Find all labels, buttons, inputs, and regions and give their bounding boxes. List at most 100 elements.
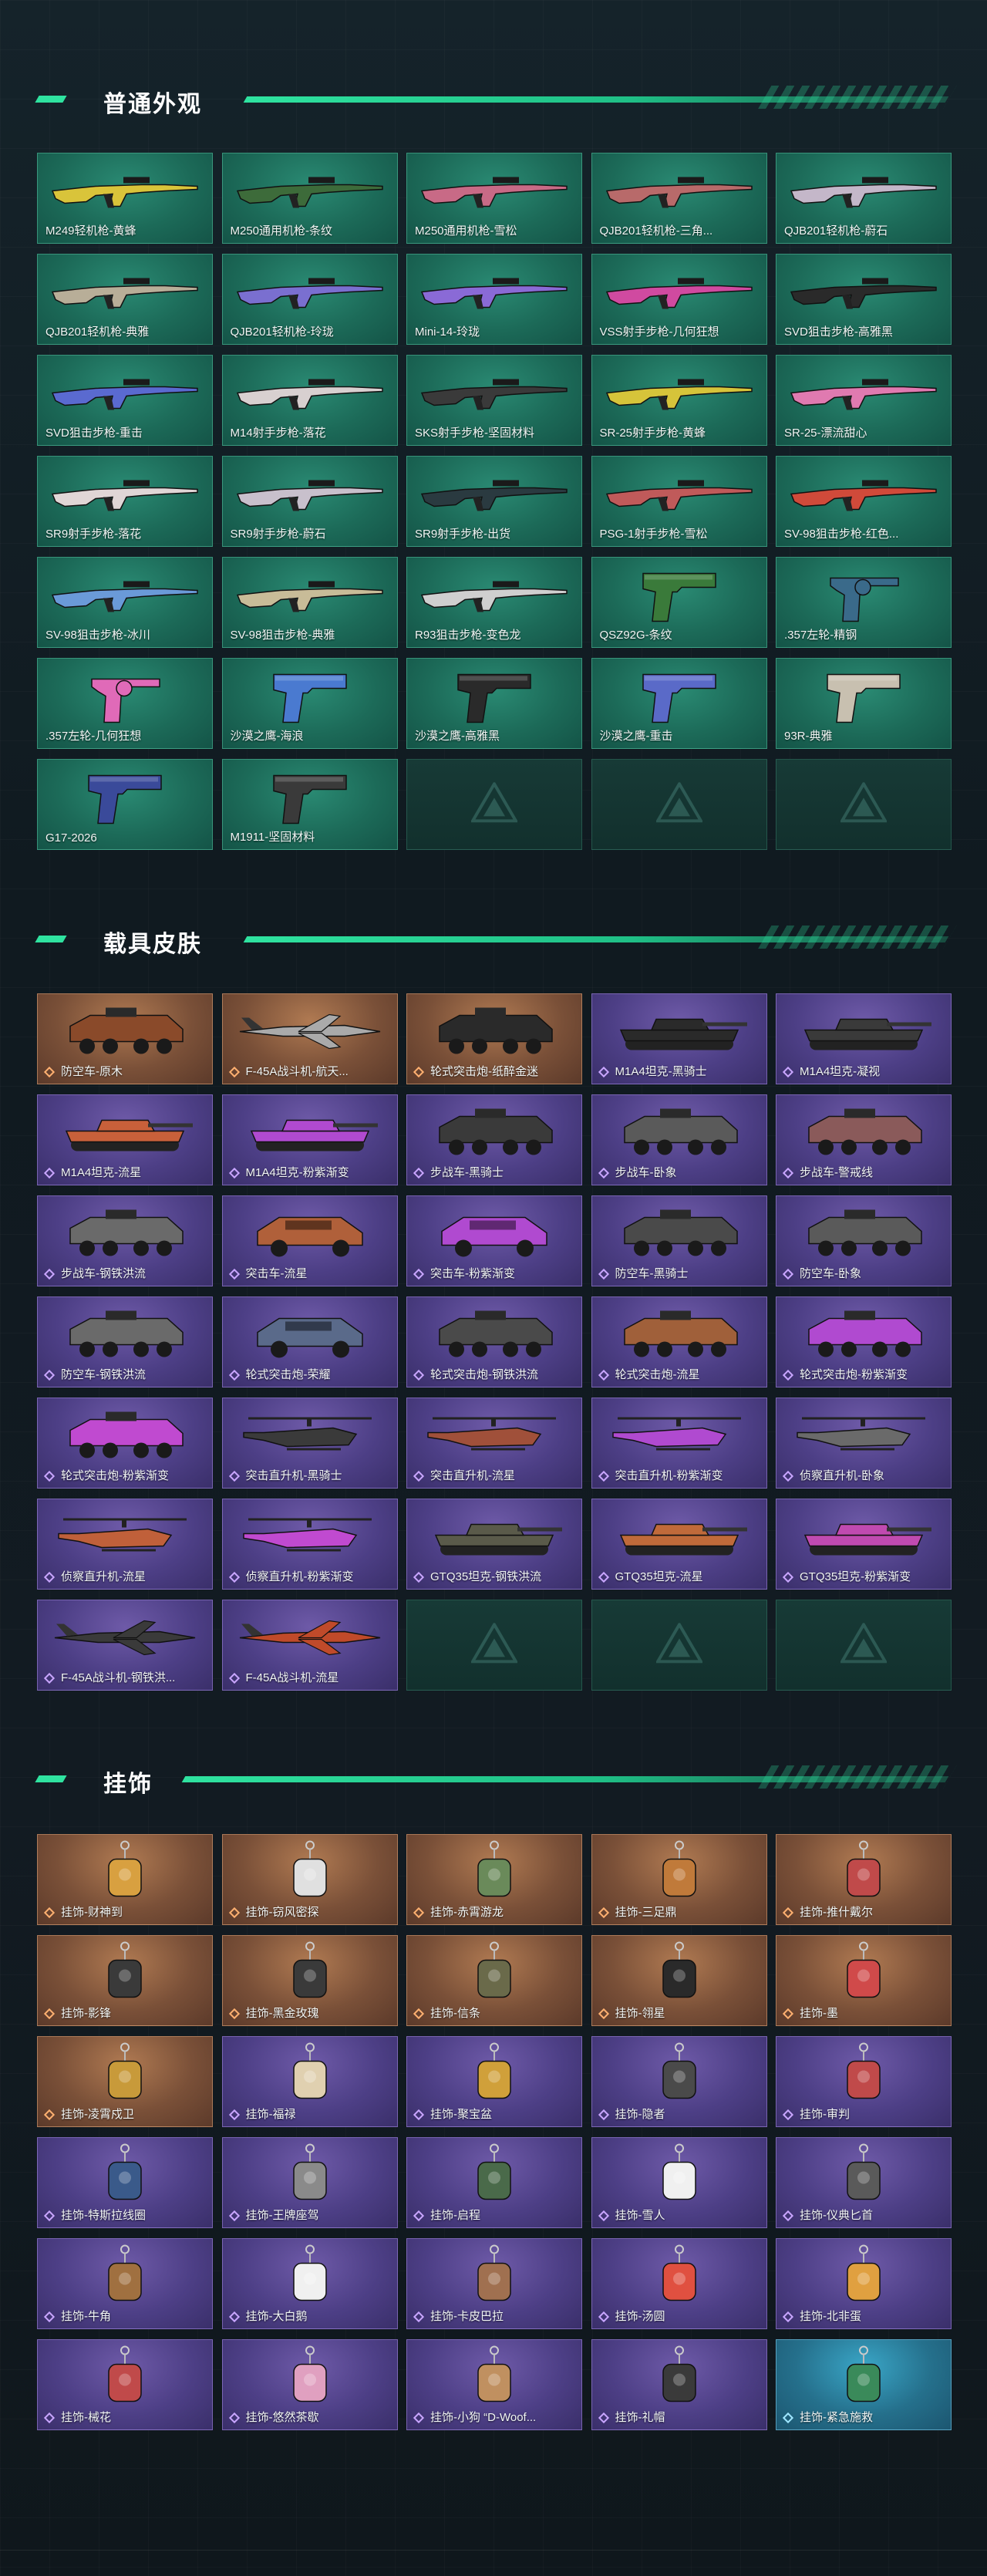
weapon-skin-card[interactable]: M249轻机枪-黄蜂 — [37, 153, 213, 244]
weapon-skin-card[interactable]: PSG-1射手步枪-雪松 — [591, 456, 767, 547]
weapon-skin-card[interactable]: G17-2026 — [37, 759, 213, 850]
charm-card[interactable]: 挂饰-械花 — [37, 2339, 213, 2430]
weapon-skin-card[interactable]: 沙漠之鹰-重击 — [591, 658, 767, 749]
charm-card[interactable]: 挂饰-审判 — [776, 2036, 952, 2127]
charm-card[interactable]: 挂饰-赤霄游龙 — [406, 1834, 582, 1925]
weapon-skin-card[interactable]: VSS射手步枪-几何狂想 — [591, 254, 767, 345]
vehicle-skin-card[interactable]: 轮式突击炮-纸醉金迷 — [406, 993, 582, 1084]
charm-card[interactable]: 挂饰-牛角 — [37, 2238, 213, 2329]
weapon-skin-card[interactable]: 93R-典雅 — [776, 658, 952, 749]
charm-card[interactable]: 挂饰-紧急施救 — [776, 2339, 952, 2430]
weapon-skin-card[interactable]: QJB201轻机枪-三角... — [591, 153, 767, 244]
charm-card[interactable]: 挂饰-福禄 — [221, 2036, 398, 2127]
rifle-icon — [234, 373, 386, 417]
vehicle-skin-card[interactable]: 突击车-流星 — [221, 1195, 398, 1286]
charm-card[interactable]: 挂饰-窃风密探 — [221, 1834, 398, 1925]
vehicle-skin-card[interactable]: F-45A战斗机-航天... — [221, 993, 398, 1084]
charm-card[interactable]: 挂饰-仪典匕首 — [776, 2137, 952, 2228]
charm-card[interactable]: 挂饰-影锋 — [37, 1935, 213, 2026]
charm-card[interactable]: 挂饰-信条 — [406, 1935, 582, 2026]
weapon-skin-card[interactable]: Mini-14-玲珑 — [406, 254, 582, 345]
vehicle-skin-card[interactable]: 步战车-黑骑士 — [406, 1094, 582, 1185]
vehicle-skin-card[interactable]: 侦察直升机-流星 — [37, 1499, 213, 1590]
charm-card[interactable]: 挂饰-三足鼎 — [591, 1834, 767, 1925]
item-label: SVD狙击步枪-重击 — [45, 427, 143, 440]
vehicle-skin-card[interactable]: 步战车-警戒线 — [776, 1094, 952, 1185]
vehicle-skin-card[interactable]: M1A4坦克-流星 — [37, 1094, 213, 1185]
charm-card[interactable]: 挂饰-卡皮巴拉 — [406, 2238, 582, 2329]
charm-card[interactable]: 挂饰-墨 — [776, 1935, 952, 2026]
weapon-skin-card[interactable]: M14射手步枪-落花 — [221, 355, 398, 446]
charm-card[interactable]: 挂饰-推什戴尔 — [776, 1834, 952, 1925]
charm-card[interactable]: 挂饰-翎星 — [591, 1935, 767, 2026]
charm-card[interactable]: 挂饰-雪人 — [591, 2137, 767, 2228]
weapon-skin-card[interactable]: SVD狙击步枪-重击 — [37, 355, 213, 446]
weapon-skin-card[interactable]: M250通用机枪-雪松 — [406, 153, 582, 244]
charm-card[interactable]: 挂饰-悠然茶歇 — [221, 2339, 398, 2430]
weapon-skin-card[interactable]: SKS射手步枪-坚固材料 — [406, 355, 582, 446]
vehicle-skin-card[interactable]: 侦察直升机-粉紫渐变 — [221, 1499, 398, 1590]
vehicle-skin-card[interactable]: M1A4坦克-黑骑士 — [591, 993, 767, 1084]
vehicle-skin-card[interactable]: 轮式突击炮-粉紫渐变 — [776, 1296, 952, 1387]
weapon-skin-card[interactable]: 沙漠之鹰-海浪 — [221, 658, 398, 749]
charm-card[interactable]: 挂饰-小狗 “D-Woof... — [406, 2339, 582, 2430]
charm-card[interactable]: 挂饰-北非蛋 — [776, 2238, 952, 2329]
vehicle-skin-card[interactable]: 轮式突击炮-流星 — [591, 1296, 767, 1387]
weapon-skin-card[interactable]: SV-98狙击步枪-典雅 — [221, 557, 398, 648]
vehicle-skin-card[interactable]: 突击车-粉紫渐变 — [406, 1195, 582, 1286]
weapon-skin-card[interactable]: .357左轮-几何狂想 — [37, 658, 213, 749]
vehicle-skin-card[interactable]: 突击直升机-粉紫渐变 — [591, 1398, 767, 1489]
vehicle-skin-card[interactable]: M1A4坦克-凝视 — [776, 993, 952, 1084]
vehicle-skin-card[interactable]: GTQ35坦克-粉紫渐变 — [776, 1499, 952, 1590]
weapon-skin-card[interactable]: SR9射手步枪-落花 — [37, 456, 213, 547]
vehicle-skin-card[interactable]: F-45A战斗机-流星 — [221, 1600, 398, 1691]
vehicle-skin-card[interactable]: 防空车-卧象 — [776, 1195, 952, 1286]
charm-card[interactable]: 挂饰-礼帽 — [591, 2339, 767, 2430]
charm-card[interactable]: 挂饰-王牌座驾 — [221, 2137, 398, 2228]
vehicle-skin-card[interactable]: 防空车-钢铁洪流 — [37, 1296, 213, 1387]
weapon-skin-card[interactable]: .357左轮-精钢 — [776, 557, 952, 648]
weapon-skin-card[interactable]: QJB201轻机枪-玲珑 — [221, 254, 398, 345]
weapon-skin-card[interactable]: SVD狙击步枪-高雅黑 — [776, 254, 952, 345]
vehicle-skin-card[interactable]: 突击直升机-黑骑士 — [221, 1398, 398, 1489]
weapon-skin-card[interactable]: QJB201轻机枪-典雅 — [37, 254, 213, 345]
vehicle-skin-card[interactable]: F-45A战斗机-钢铁洪... — [37, 1600, 213, 1691]
weapon-skin-card[interactable]: SR9射手步枪-蔚石 — [221, 456, 398, 547]
charm-card[interactable]: 挂饰-启程 — [406, 2137, 582, 2228]
weapon-skin-card[interactable]: QSZ92G-条纹 — [591, 557, 767, 648]
weapon-skin-card[interactable]: SV-98狙击步枪-冰川 — [37, 557, 213, 648]
vehicle-skin-card[interactable]: GTQ35坦克-流星 — [591, 1499, 767, 1590]
vehicle-skin-card[interactable]: 防空车-黑骑士 — [591, 1195, 767, 1286]
vehicle-skin-card[interactable]: M1A4坦克-粉紫渐变 — [221, 1094, 398, 1185]
diamond-icon — [782, 2210, 794, 2222]
weapon-skin-card[interactable]: SV-98狙击步枪-红色... — [776, 456, 952, 547]
weapon-skin-card[interactable]: 沙漠之鹰-高雅黑 — [406, 658, 582, 749]
weapon-skin-card[interactable]: M250通用机枪-条纹 — [221, 153, 398, 244]
charm-card[interactable]: 挂饰-黑金玫瑰 — [221, 1935, 398, 2026]
vehicle-skin-card[interactable]: GTQ35坦克-钢铁洪流 — [406, 1499, 582, 1590]
charm-card[interactable]: 挂饰-大白鹅 — [221, 2238, 398, 2329]
weapon-skin-card[interactable]: M1911-坚固材料 — [221, 759, 398, 850]
weapon-skin-card[interactable]: R93狙击步枪-变色龙 — [406, 557, 582, 648]
vehicle-skin-card[interactable]: 轮式突击炮-荣耀 — [221, 1296, 398, 1387]
vehicle-skin-card[interactable]: 防空车-原木 — [37, 993, 213, 1084]
item-label: 步战车-警戒线 — [800, 1166, 873, 1179]
vehicle-skin-card[interactable]: 步战车-卧象 — [591, 1094, 767, 1185]
charm-card[interactable]: 挂饰-财神到 — [37, 1834, 213, 1925]
charm-card[interactable]: 挂饰-聚宝盆 — [406, 2036, 582, 2127]
vehicle-skin-card[interactable]: 轮式突击炮-钢铁洪流 — [406, 1296, 582, 1387]
charm-card[interactable]: 挂饰-特斯拉线圈 — [37, 2137, 213, 2228]
weapon-skin-card[interactable]: SR-25射手步枪-黄蜂 — [591, 355, 767, 446]
charm-card[interactable]: 挂饰-汤圆 — [591, 2238, 767, 2329]
vehicle-skin-card[interactable]: 步战车-钢铁洪流 — [37, 1195, 213, 1286]
weapon-skin-card[interactable]: SR9射手步枪-出货 — [406, 456, 582, 547]
weapon-skin-card[interactable]: SR-25-漂流甜心 — [776, 355, 952, 446]
diamond-icon — [413, 2412, 425, 2424]
rifle-icon — [234, 272, 386, 316]
charm-card[interactable]: 挂饰-凌霄戍卫 — [37, 2036, 213, 2127]
vehicle-skin-card[interactable]: 突击直升机-流星 — [406, 1398, 582, 1489]
vehicle-skin-card[interactable]: 侦察直升机-卧象 — [776, 1398, 952, 1489]
weapon-skin-card[interactable]: QJB201轻机枪-蔚石 — [776, 153, 952, 244]
charm-card[interactable]: 挂饰-隐者 — [591, 2036, 767, 2127]
vehicle-skin-card[interactable]: 轮式突击炮-粉紫渐变 — [37, 1398, 213, 1489]
